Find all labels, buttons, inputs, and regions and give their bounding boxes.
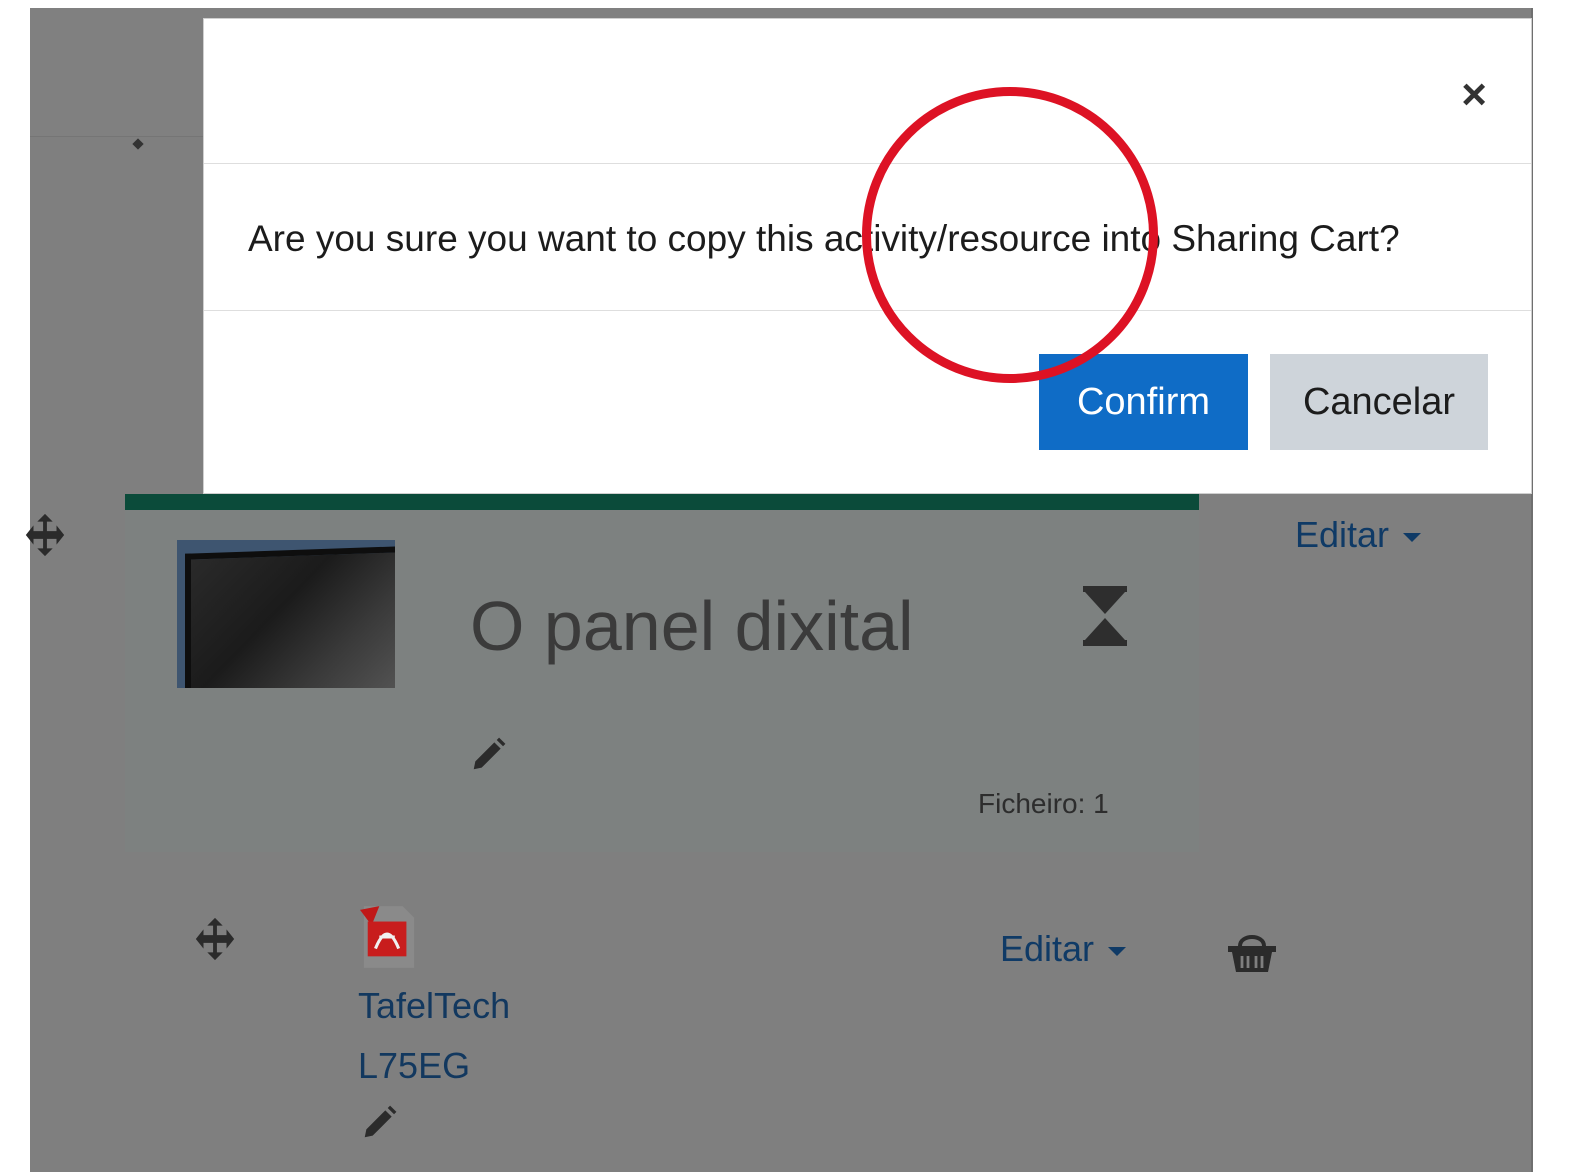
- hourglass-icon: [1081, 586, 1129, 646]
- pencil-icon[interactable]: [469, 736, 507, 774]
- close-icon[interactable]: ×: [1461, 73, 1487, 117]
- move-icon[interactable]: [22, 512, 68, 558]
- pencil-icon[interactable]: [360, 1104, 398, 1142]
- section-edit-menu[interactable]: Editar: [1295, 514, 1422, 556]
- activity-link[interactable]: TafelTech L75EG: [358, 976, 618, 1096]
- edit-menu-label: Editar: [1295, 514, 1390, 555]
- collapse-marker: [132, 138, 144, 150]
- dialog-body: Are you sure you want to copy this activ…: [204, 164, 1531, 311]
- chevron-down-icon: [1403, 532, 1422, 542]
- cancel-button[interactable]: Cancelar: [1270, 354, 1488, 450]
- chevron-down-icon: [1108, 946, 1127, 956]
- section-title[interactable]: O panel dixital: [470, 586, 914, 666]
- edit-menu-label: Editar: [1000, 928, 1095, 969]
- section-file-count: Ficheiro: 1: [978, 788, 1109, 819]
- dialog-header: ×: [204, 19, 1531, 164]
- section-card: O panel dixital Ficheiro: 1: [125, 494, 1199, 852]
- dialog-message: Are you sure you want to copy this activ…: [248, 218, 1400, 259]
- activity-name-line: TafelTech: [358, 985, 511, 1026]
- move-icon[interactable]: [192, 916, 238, 962]
- activity-name-line: L75EG: [358, 1045, 471, 1086]
- confirm-button[interactable]: Confirm: [1039, 354, 1248, 450]
- pdf-icon[interactable]: [360, 906, 418, 968]
- section-image: [177, 540, 395, 688]
- basket-icon[interactable]: [1226, 926, 1278, 974]
- activity-edit-menu[interactable]: Editar: [1000, 928, 1127, 970]
- confirm-dialog: × Are you sure you want to copy this act…: [203, 18, 1532, 494]
